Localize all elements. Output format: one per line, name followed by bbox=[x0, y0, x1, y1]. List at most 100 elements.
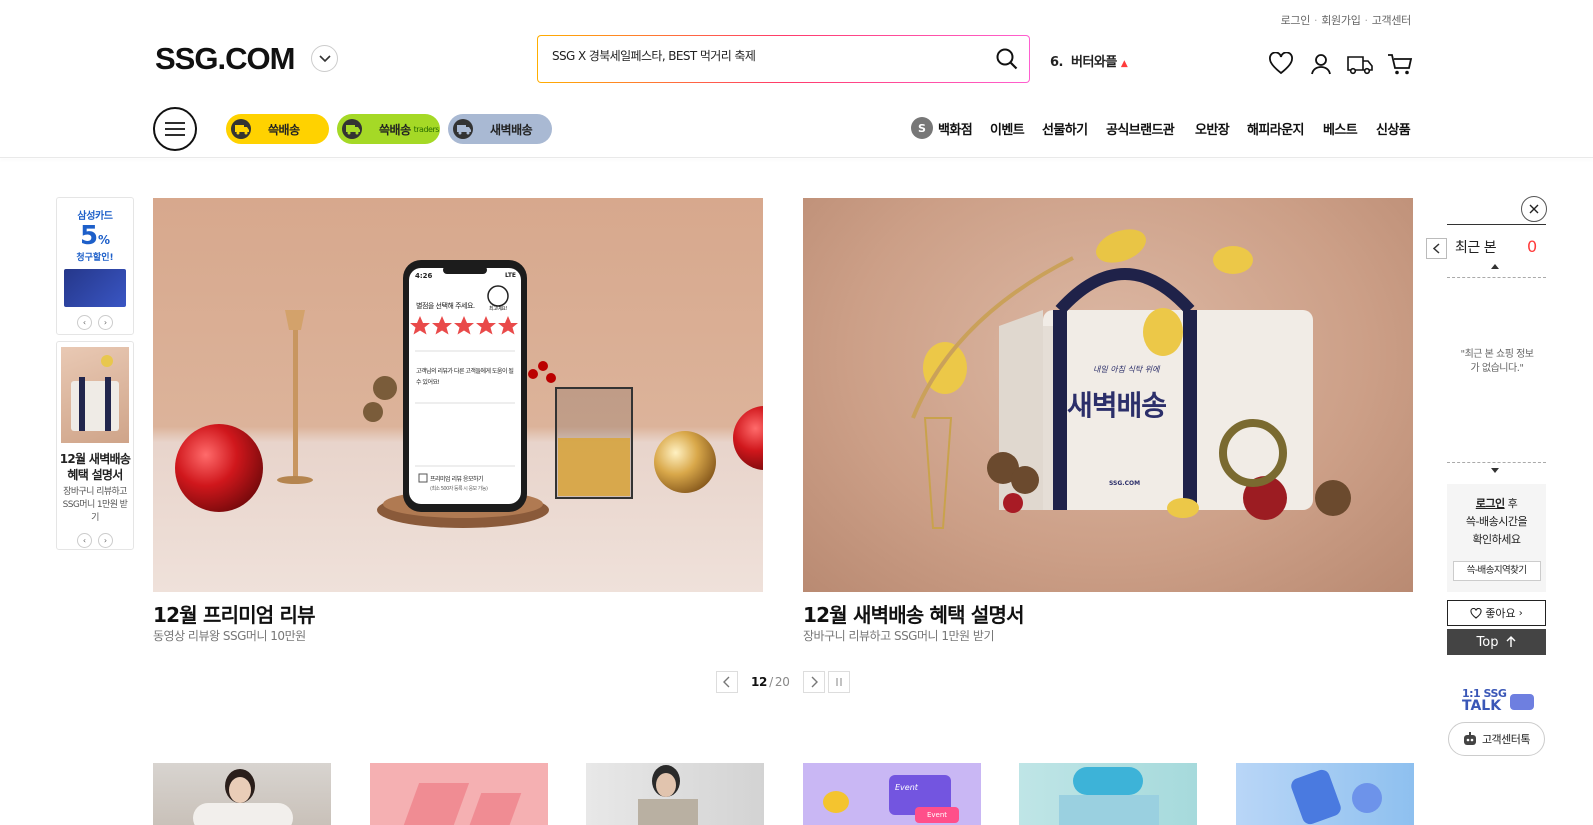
heart-icon bbox=[1470, 607, 1482, 619]
gnb-item-new[interactable]: 신상품 bbox=[1376, 119, 1411, 138]
hamburger-icon bbox=[165, 122, 185, 136]
thumbnail-6[interactable] bbox=[1236, 763, 1414, 825]
cs-talk-label: 고객센터톡 bbox=[1481, 733, 1531, 746]
recent-title: 최근 본 bbox=[1455, 240, 1497, 256]
phone-checkbox-label: 프리미엄 리뷰 응모하기 bbox=[430, 476, 484, 483]
pill-sub: traders bbox=[413, 124, 440, 134]
promo-title: 12월 새벽배송 혜택 설명서 bbox=[59, 452, 131, 482]
side-card-ad[interactable]: 삼성카드 5% 청구할인! ‹ › bbox=[56, 197, 134, 335]
pill-label: 쓱배송 bbox=[379, 122, 411, 137]
thumbnail-3[interactable] bbox=[586, 763, 764, 825]
like-button[interactable]: 좋아요 › bbox=[1447, 600, 1546, 626]
find-delivery-area-button[interactable]: 쓱-배송지역찾기 bbox=[1452, 561, 1541, 581]
pause-button[interactable] bbox=[828, 671, 850, 693]
gnb-item-event[interactable]: 이벤트 bbox=[990, 119, 1025, 138]
chevron-right-icon bbox=[811, 676, 818, 688]
trend-keyword: 버터와플 bbox=[1071, 55, 1117, 70]
chevron-left-icon[interactable]: ‹ bbox=[77, 533, 92, 548]
banner-title[interactable]: 12월 프리미엄 리뷰 bbox=[153, 599, 316, 628]
banner-dawn-delivery[interactable]: 새벽배송 내일 아침 식탁 위에 SSG.COM bbox=[803, 198, 1413, 592]
phone-note: (최소 500자 등록 시 응모 가능) bbox=[430, 486, 488, 492]
cs-talk-button[interactable]: 고객센터톡 bbox=[1448, 722, 1545, 756]
arrow-up-icon bbox=[1506, 636, 1516, 647]
bag-brand: SSG.COM bbox=[1109, 480, 1141, 487]
like-label: 좋아요 bbox=[1485, 607, 1516, 620]
thumbnail-4[interactable]: Event Event bbox=[803, 763, 981, 825]
thumbnail-1[interactable] bbox=[153, 763, 331, 825]
recent-empty-message: "최근 본 쇼핑 정보가 없습니다." bbox=[1460, 349, 1534, 374]
pill-label: 새벽배송 bbox=[490, 122, 533, 137]
top-button[interactable]: Top bbox=[1447, 629, 1546, 655]
chevron-right-icon[interactable]: › bbox=[98, 533, 113, 548]
close-panel-button[interactable] bbox=[1521, 196, 1547, 222]
ssg-delivery-pill[interactable]: 쓱배송 bbox=[226, 114, 329, 144]
slide-counter: 12/20 bbox=[751, 675, 790, 689]
phone-time: 4:26 bbox=[415, 272, 433, 280]
category-menu-button[interactable] bbox=[153, 107, 197, 151]
banner-premium-review[interactable]: 4:26 LTE 별점을 선택해 주세요. 최고예요! 고객님의 리뷰가 다른 … bbox=[153, 198, 763, 592]
department-store-badge: S bbox=[911, 117, 933, 139]
scroll-up-icon[interactable] bbox=[1491, 264, 1499, 269]
banner-title[interactable]: 12월 새벽배송 혜택 설명서 bbox=[803, 599, 1025, 628]
gnb-item-best[interactable]: 베스트 bbox=[1323, 119, 1358, 138]
event-tag-2: Event bbox=[915, 807, 959, 823]
phone-mood: 최고예요! bbox=[489, 306, 507, 312]
thumbnail-2[interactable] bbox=[370, 763, 548, 825]
bag-main-text: 새벽배송 bbox=[1067, 389, 1167, 422]
chevron-left-icon bbox=[1433, 243, 1440, 254]
dawn-delivery-pill[interactable]: 새벽배송 bbox=[448, 114, 552, 144]
user-icon[interactable] bbox=[1309, 52, 1333, 80]
ssg-traders-pill[interactable]: 쓱배송 traders bbox=[337, 114, 440, 144]
top-label: Top bbox=[1476, 634, 1499, 650]
chevron-left-icon bbox=[723, 676, 730, 688]
cart-icon[interactable] bbox=[1387, 52, 1413, 80]
truck-icon bbox=[453, 119, 473, 139]
gnb-item-obanjang[interactable]: 오반장 bbox=[1195, 119, 1230, 138]
login-link[interactable]: 로그인 bbox=[1281, 14, 1311, 27]
recent-count: 0 bbox=[1527, 237, 1538, 256]
delivery-truck-icon[interactable] bbox=[1346, 52, 1374, 80]
prev-slide-button[interactable] bbox=[716, 671, 738, 693]
scroll-down-icon[interactable] bbox=[1491, 468, 1499, 473]
banner-illustration bbox=[175, 260, 763, 528]
search-icon[interactable] bbox=[995, 47, 1019, 71]
pause-icon bbox=[836, 678, 842, 686]
next-slide-button[interactable] bbox=[803, 671, 825, 693]
utility-links: 로그인 · 회원가입 · 고객센터 bbox=[1280, 14, 1412, 27]
gnb-item-gift[interactable]: 선물하기 bbox=[1042, 119, 1088, 138]
truck-icon bbox=[231, 119, 251, 139]
search-input[interactable] bbox=[552, 48, 972, 62]
gnb-item-happy-lounge[interactable]: 해피라운지 bbox=[1247, 119, 1304, 138]
customer-center-link[interactable]: 고객센터 bbox=[1372, 14, 1412, 27]
delivery-login-link[interactable]: 로그인 bbox=[1476, 497, 1505, 510]
trend-rank: 6. bbox=[1050, 55, 1063, 70]
gnb-item-department[interactable]: 백화점 bbox=[938, 119, 973, 138]
chevron-right-icon[interactable]: › bbox=[98, 315, 113, 330]
trending-keyword[interactable]: 6. 버터와플 ▲ bbox=[1050, 51, 1128, 70]
side-promo-ad[interactable]: 12월 새벽배송 혜택 설명서 장바구니 리뷰하고 SSG머니 1만원 받기 ‹… bbox=[56, 341, 134, 550]
heart-icon[interactable] bbox=[1268, 51, 1294, 80]
banner-subtitle: 동영상 리뷰왕 SSG머니 10만원 bbox=[153, 629, 306, 643]
join-link[interactable]: 회원가입 bbox=[1321, 14, 1361, 27]
banner-subtitle: 장바구니 리뷰하고 SSG머니 1만원 받기 bbox=[803, 629, 995, 643]
pill-label: 쓱배송 bbox=[268, 122, 300, 137]
total-slides: 20 bbox=[774, 675, 790, 689]
ssg-talk-button[interactable]: 1:1 SSG TALK bbox=[1462, 688, 1538, 714]
card-desc: 청구할인! bbox=[76, 253, 114, 263]
thumbnail-5[interactable] bbox=[1019, 763, 1197, 825]
phone-signal: LTE bbox=[505, 272, 517, 279]
header-divider bbox=[0, 157, 1593, 158]
promo-desc: 장바구니 리뷰하고 SSG머니 1만원 받기 bbox=[62, 487, 128, 523]
chevron-down-icon[interactable] bbox=[311, 45, 338, 72]
delivery-check-box: 로그인 후 쓱-배송시간을 확인하세요 쓱-배송지역찾기 bbox=[1447, 484, 1546, 592]
promo-thumbnail bbox=[61, 347, 129, 443]
gnb-item-brand[interactable]: 공식브랜드관 bbox=[1106, 119, 1175, 138]
site-logo[interactable]: SSG.COM bbox=[155, 41, 295, 77]
rank-up-icon: ▲ bbox=[1120, 59, 1128, 69]
search-box bbox=[537, 35, 1030, 83]
current-slide: 12 bbox=[751, 675, 768, 689]
expand-panel-button[interactable] bbox=[1426, 238, 1447, 259]
chevron-left-icon[interactable]: ‹ bbox=[77, 315, 92, 330]
credit-card-image bbox=[64, 269, 126, 307]
event-tag: Event bbox=[895, 783, 918, 792]
